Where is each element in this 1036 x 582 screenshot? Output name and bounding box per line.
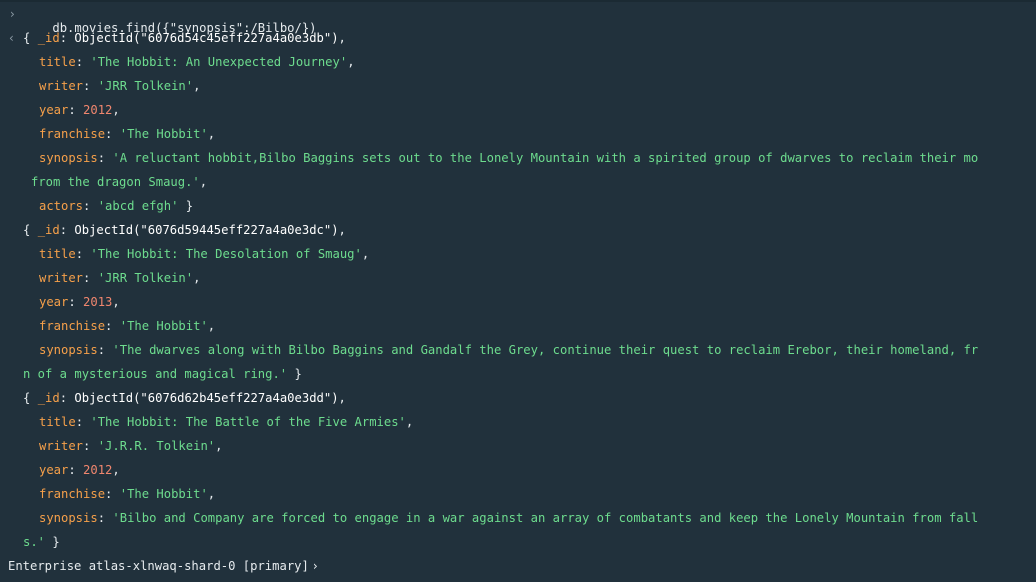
doc-3-synopsis-wrap: s.' } [23,535,60,549]
doc-2-franchise: franchise: 'The Hobbit', [39,319,216,333]
doc-3-year: year: 2012, [39,463,120,477]
top-divider [0,0,1036,2]
doc-2-writer: writer: 'JRR Tolkein', [39,271,201,285]
doc-3-synopsis: synopsis: 'Bilbo and Company are forced … [39,511,979,525]
prompt-status: Enterprise atlas-xlnwaq-shard-0 [primary… [8,559,309,573]
doc-3-id-line: { _id: ObjectId("6076d62b45eff227a4a0e3d… [23,391,346,405]
doc-1-title: title: 'The Hobbit: An Unexpected Journe… [39,55,355,69]
doc-2-title: title: 'The Hobbit: The Desolation of Sm… [39,247,370,261]
doc-1-franchise: franchise: 'The Hobbit', [39,127,216,141]
chevron-right-icon: › [10,7,15,21]
doc-1-year: year: 2012, [39,103,120,117]
doc-2-synopsis: synopsis: 'The dwarves along with Bilbo … [39,343,979,357]
doc-3-title: title: 'The Hobbit: The Battle of the Fi… [39,415,414,429]
doc-2-synopsis-wrap: n of a mysterious and magical ring.' } [23,367,302,381]
doc-2-year: year: 2013, [39,295,120,309]
shell-prompt[interactable]: Enterprise atlas-xlnwaq-shard-0 [primary… [8,559,318,573]
doc-1-actors: actors: 'abcd efgh' } [39,199,194,213]
mongosh-shell: › db.movies.find({"synopsis":/Bilbo/}) ‹… [0,0,1036,582]
doc-1-synopsis-wrap: from the dragon Smaug.', [31,175,208,189]
doc-2-id-line: { _id: ObjectId("6076d59445eff227a4a0e3d… [23,223,346,237]
doc-1-synopsis: synopsis: 'A reluctant hobbit,Bilbo Bagg… [39,151,979,165]
doc-3-franchise: franchise: 'The Hobbit', [39,487,216,501]
doc-1-writer: writer: 'JRR Tolkein', [39,79,201,93]
chevron-left-icon: ‹ [9,31,14,45]
doc-1-id-line: { _id: ObjectId("6076d54c45eff227a4a0e3d… [23,31,346,45]
doc-3-writer: writer: 'J.R.R. Tolkein', [39,439,223,453]
chevron-right-icon: › [312,559,318,573]
